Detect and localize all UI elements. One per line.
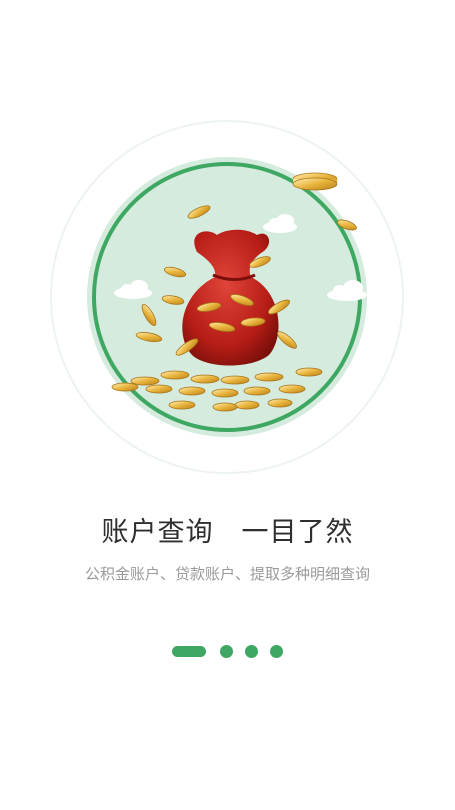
- page-title: 账户查询 一目了然: [101, 517, 354, 548]
- money-bag-illustration: [50, 120, 404, 474]
- page-indicator-dot[interactable]: [245, 645, 258, 658]
- onboarding-illustration: [47, 117, 407, 477]
- page-indicator-dot-active[interactable]: [172, 646, 206, 657]
- page-subtitle: 公积金账户、贷款账户、提取多种明细查询: [84, 565, 370, 583]
- money-bag-icon: [182, 229, 279, 366]
- page-indicator: [0, 645, 455, 658]
- page-indicator-dot[interactable]: [270, 645, 283, 658]
- page-indicator-dot[interactable]: [220, 645, 233, 658]
